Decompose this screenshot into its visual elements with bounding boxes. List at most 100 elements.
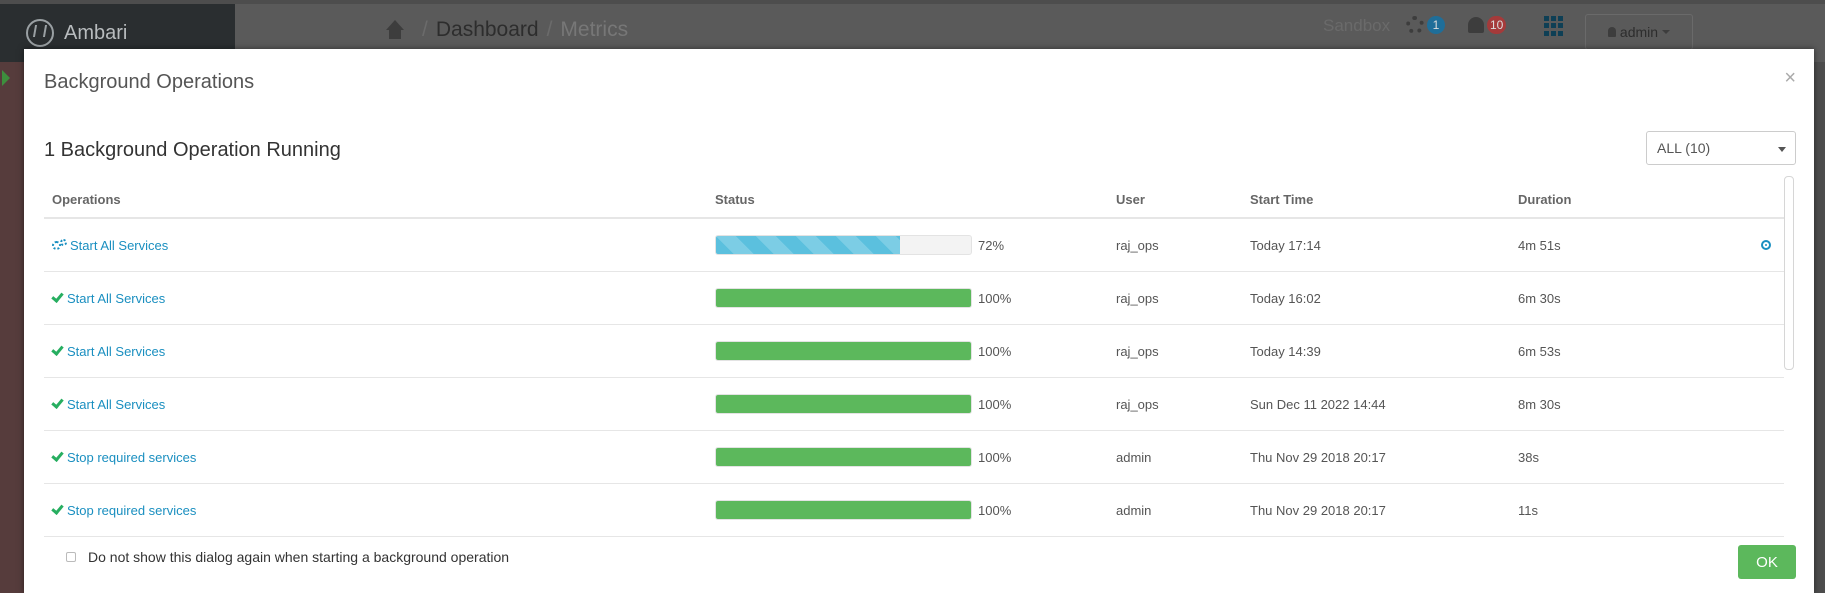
alerts-indicator[interactable]: 10	[1468, 16, 1507, 34]
operation-link[interactable]: Start All Services	[67, 397, 165, 412]
operation-cell: Start All Services	[44, 289, 715, 306]
breadcrumb-dashboard[interactable]: Dashboard	[436, 18, 539, 42]
progress-bar	[715, 500, 972, 520]
progress-fill	[716, 289, 971, 307]
user-cell: raj_ops	[1116, 237, 1159, 253]
user-cell: raj_ops	[1116, 396, 1159, 412]
table-scrollbar[interactable]	[1784, 176, 1794, 370]
views-menu[interactable]	[1544, 16, 1564, 36]
progress-percent: 72%	[978, 237, 1005, 253]
start-time-cell: Today 14:39	[1250, 343, 1321, 359]
close-icon[interactable]: ×	[1784, 67, 1796, 90]
dont-show-again[interactable]: Do not show this dialog again when start…	[66, 549, 509, 565]
status-cell: 100%	[715, 341, 1116, 361]
col-duration: Duration	[1518, 191, 1572, 207]
running-count-title: 1 Background Operation Running	[44, 139, 341, 161]
operation-link[interactable]: Start All Services	[67, 291, 165, 306]
status-cell: 100%	[715, 500, 1116, 520]
progress-percent: 100%	[978, 502, 1012, 518]
duration-cell: 4m 51s	[1518, 237, 1561, 253]
user-menu-button[interactable]: admin	[1585, 14, 1693, 50]
operation-link[interactable]: Start All Services	[67, 344, 165, 359]
filter-value: ALL (10)	[1657, 140, 1711, 156]
table-body: Start All Services 72% raj_ops Today 17:…	[44, 219, 1784, 537]
check-icon	[51, 448, 64, 462]
progress-percent: 100%	[978, 449, 1012, 465]
operation-link[interactable]: Stop required services	[67, 450, 196, 465]
alerts-count-badge: 10	[1487, 16, 1507, 34]
status-cell: 100%	[715, 288, 1116, 308]
sidebar-edge	[0, 62, 24, 593]
col-operations: Operations	[52, 191, 121, 207]
operation-cell: Start All Services	[44, 238, 715, 253]
user-cell: admin	[1116, 502, 1152, 518]
action-cell	[1748, 240, 1784, 250]
table-row: Start All Services 100% raj_ops Sun Dec …	[44, 378, 1784, 431]
progress-percent: 100%	[978, 290, 1012, 306]
operation-cell: Start All Services	[44, 342, 715, 359]
ops-count-badge: 1	[1427, 16, 1445, 34]
user-icon	[1607, 27, 1616, 37]
bell-icon	[1468, 17, 1484, 33]
operation-link[interactable]: Start All Services	[70, 238, 168, 253]
progress-fill	[716, 501, 971, 519]
start-time-cell: Thu Nov 29 2018 20:17	[1250, 449, 1386, 465]
grid-icon	[1544, 16, 1564, 36]
progress-bar	[715, 447, 972, 467]
table-header: Operations Status User Start Time Durati…	[44, 181, 1784, 219]
table-row: Stop required services 100% admin Thu No…	[44, 484, 1784, 537]
user-name: admin	[1619, 24, 1659, 40]
progress-fill	[716, 448, 971, 466]
user-cell: raj_ops	[1116, 343, 1159, 359]
progress-fill	[716, 395, 971, 413]
modal-title: Background Operations	[44, 71, 255, 93]
home-icon[interactable]	[384, 20, 406, 40]
operations-filter-select[interactable]: ALL (10)	[1646, 131, 1796, 165]
check-icon	[51, 395, 64, 409]
user-cell: admin	[1116, 449, 1152, 465]
operation-cell: Stop required services	[44, 501, 715, 518]
user-cell: raj_ops	[1116, 290, 1159, 306]
operations-table: Operations Status User Start Time Durati…	[44, 181, 1784, 537]
expand-arrow-icon[interactable]	[2, 70, 10, 86]
status-cell: 100%	[715, 394, 1116, 414]
background-ops-indicator[interactable]: 1	[1406, 16, 1445, 34]
breadcrumb: / Dashboard / Metrics	[384, 18, 628, 42]
background-operations-modal: Background Operations × 1 Background Ope…	[24, 49, 1814, 593]
duration-cell: 6m 30s	[1518, 290, 1561, 306]
check-icon	[51, 342, 64, 356]
duration-cell: 8m 30s	[1518, 396, 1561, 412]
progress-bar	[715, 288, 972, 308]
dont-show-checkbox[interactable]	[66, 552, 76, 562]
start-time-cell: Thu Nov 29 2018 20:17	[1250, 502, 1386, 518]
col-start-time: Start Time	[1250, 191, 1314, 207]
progress-fill	[716, 236, 900, 254]
abort-target-icon[interactable]	[1761, 240, 1771, 250]
table-row: Start All Services 100% raj_ops Today 16…	[44, 272, 1784, 325]
ok-button[interactable]: OK	[1738, 545, 1796, 579]
start-time-cell: Today 17:14	[1250, 237, 1321, 253]
duration-cell: 6m 53s	[1518, 343, 1561, 359]
progress-fill	[716, 342, 971, 360]
progress-bar	[715, 235, 972, 255]
check-icon	[51, 501, 64, 515]
status-cell: 72%	[715, 235, 1116, 255]
brand-name: Ambari	[64, 21, 128, 44]
cogs-icon	[52, 239, 68, 251]
duration-cell: 11s	[1518, 502, 1538, 518]
caret-down-icon	[1778, 147, 1786, 152]
cluster-name[interactable]: Sandbox	[1323, 16, 1390, 36]
table-row: Start All Services 100% raj_ops Today 14…	[44, 325, 1784, 378]
col-user: User	[1116, 191, 1145, 207]
start-time-cell: Today 16:02	[1250, 290, 1321, 306]
caret-down-icon	[1662, 30, 1671, 34]
duration-cell: 38s	[1518, 449, 1539, 465]
status-cell: 100%	[715, 447, 1116, 467]
operation-cell: Stop required services	[44, 448, 715, 465]
operation-link[interactable]: Stop required services	[67, 503, 196, 518]
progress-percent: 100%	[978, 343, 1012, 359]
start-time-cell: Sun Dec 11 2022 14:44	[1250, 396, 1386, 412]
gear-icon	[1406, 16, 1424, 34]
progress-bar	[715, 394, 972, 414]
ambari-logo-icon	[26, 19, 54, 47]
